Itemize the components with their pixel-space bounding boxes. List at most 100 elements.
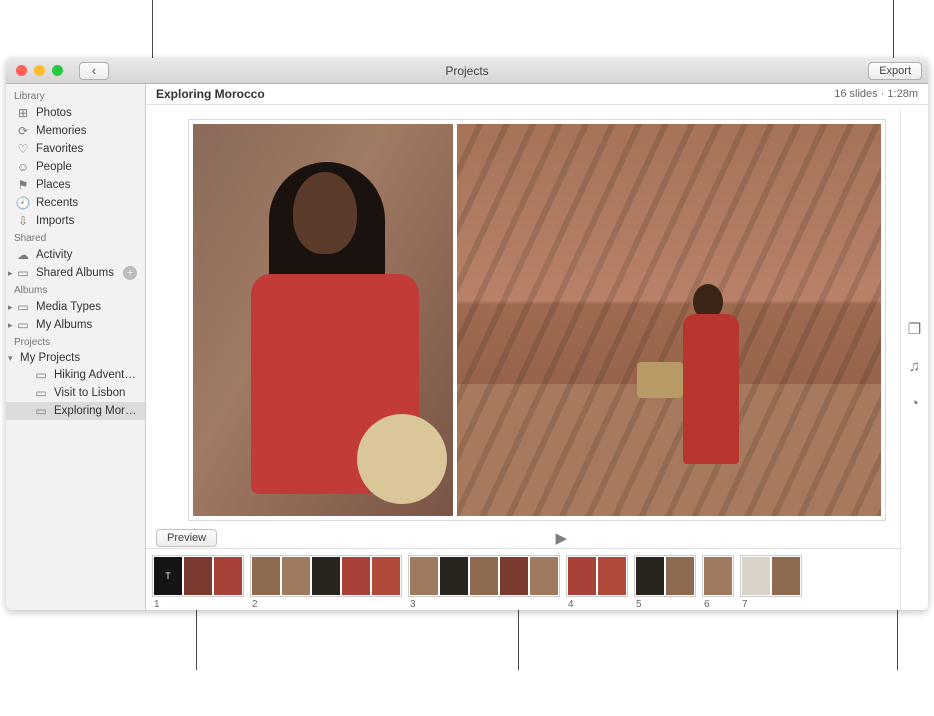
sidebar-item-imports[interactable]: ⇩ Imports [6, 212, 145, 230]
slide-number: 4 [566, 597, 628, 610]
zoom-window-button[interactable] [52, 65, 63, 76]
slideshow-icon: ▭ [34, 404, 48, 418]
slide-photo-2[interactable] [457, 124, 881, 516]
sidebar-item-label: Memories [36, 125, 137, 137]
slide-thumb[interactable] [372, 557, 400, 595]
sidebar-item-label: Photos [36, 107, 137, 119]
themes-icon: ❐ [908, 321, 921, 338]
window-titlebar: ‹ Projects Export [6, 58, 928, 84]
window-traffic-lights [6, 65, 63, 76]
album-icon: ▭ [16, 266, 30, 280]
slideshow-icon: ▭ [34, 386, 48, 400]
sidebar-item-label: Shared Albums [36, 267, 117, 279]
filmstrip-slide: 3 [408, 555, 560, 610]
filmstrip-slide: 7 [740, 555, 802, 610]
sidebar-item-my-albums[interactable]: ▭My Albums [6, 316, 145, 334]
sidebar: Library ⊞Photos ⟳Memories ♡Favorites ☺Pe… [6, 84, 146, 610]
slide-thumb[interactable] [410, 557, 438, 595]
slide-thumb[interactable] [636, 557, 664, 595]
slide-thumb[interactable] [184, 557, 212, 595]
photos-icon: ⊞ [16, 106, 30, 120]
slide-thumb[interactable] [282, 557, 310, 595]
sidebar-section-shared: Shared [6, 230, 145, 246]
current-slide[interactable] [188, 119, 886, 521]
photos-projects-window: ‹ Projects Export Library ⊞Photos ⟳Memor… [6, 58, 928, 610]
slide-thumb[interactable] [470, 557, 498, 595]
themes-button[interactable]: ❐ [908, 320, 921, 338]
sidebar-item-people[interactable]: ☺People [6, 158, 145, 176]
slide-thumb[interactable] [342, 557, 370, 595]
slide-thumb[interactable] [214, 557, 242, 595]
cloud-icon: ☁ [16, 248, 30, 262]
slideshow-icon: ▭ [34, 368, 48, 382]
project-meta: 16 slides · 1:28m [834, 88, 918, 100]
slide-thumb[interactable] [252, 557, 280, 595]
heart-icon: ♡ [16, 142, 30, 156]
sidebar-item-label: My Projects [20, 352, 137, 364]
sidebar-item-label: Favorites [36, 143, 137, 155]
sidebar-section-projects: Projects [6, 334, 145, 350]
sidebar-item-media-types[interactable]: ▭Media Types [6, 298, 145, 316]
close-window-button[interactable] [16, 65, 27, 76]
window-title: Projects [445, 64, 488, 78]
sidebar-item-project-hiking[interactable]: ▭ Hiking Adventure [6, 366, 145, 384]
sidebar-item-memories[interactable]: ⟳ Memories [6, 122, 145, 140]
filmstrip-slide: 2 [250, 555, 402, 610]
slide-thumb[interactable] [500, 557, 528, 595]
sidebar-item-label: Hiking Adventure [54, 369, 137, 381]
sidebar-item-photos[interactable]: ⊞ Photos [6, 104, 145, 122]
slide-thumb[interactable] [440, 557, 468, 595]
slide-photo-1[interactable] [193, 124, 453, 516]
pin-icon: ⚑ [16, 178, 30, 192]
slide-thumb[interactable] [568, 557, 596, 595]
slide-thumb[interactable] [704, 557, 732, 595]
sidebar-item-label: Imports [36, 215, 137, 227]
back-button[interactable]: ‹ [79, 62, 109, 80]
play-button[interactable]: ▶ [556, 529, 568, 547]
add-shared-album-button[interactable]: + [123, 266, 137, 280]
person-icon: ☺ [16, 160, 30, 174]
sidebar-item-recents[interactable]: 🕘 Recents [6, 194, 145, 212]
preview-button-label: Preview [167, 532, 206, 544]
music-icon: ♫ [909, 358, 920, 375]
sidebar-item-label: My Albums [36, 319, 137, 331]
import-icon: ⇩ [16, 214, 30, 228]
slide-thumb[interactable] [666, 557, 694, 595]
slide-number: 2 [250, 597, 402, 610]
sidebar-item-shared-albums[interactable]: ▭ Shared Albums + [6, 264, 145, 282]
music-button[interactable]: ♫ [909, 358, 920, 375]
sidebar-item-label: Exploring Moroc… [54, 405, 137, 417]
sidebar-item-activity[interactable]: ☁Activity [6, 246, 145, 264]
sidebar-item-favorites[interactable]: ♡ Favorites [6, 140, 145, 158]
project-title: Exploring Morocco [156, 87, 265, 101]
sidebar-item-project-lisbon[interactable]: ▭Visit to Lisbon [6, 384, 145, 402]
sidebar-item-places[interactable]: ⚑Places [6, 176, 145, 194]
preview-button[interactable]: Preview [156, 529, 217, 547]
filmstrip-slide: 6 [702, 555, 734, 610]
sidebar-item-project-morocco[interactable]: ▭ Exploring Moroc… [6, 402, 145, 420]
slide-thumb[interactable] [312, 557, 340, 595]
slide-thumb[interactable] [598, 557, 626, 595]
slide-stage [146, 105, 928, 527]
slide-number: 6 [702, 597, 734, 610]
project-editor: Exploring Morocco 16 slides · 1:28m [146, 84, 928, 610]
stopwatch-icon: ◔ [910, 395, 919, 412]
sidebar-item-my-projects[interactable]: My Projects [6, 350, 145, 366]
filmstrip[interactable]: T1 2 3 4 5 6 7 + [146, 548, 928, 610]
chevron-left-icon: ‹ [92, 63, 96, 78]
slide-thumb[interactable] [530, 557, 558, 595]
export-button[interactable]: Export [868, 62, 922, 80]
slide-number: 7 [740, 597, 802, 610]
clock-icon: 🕘 [16, 196, 30, 210]
slide-number: 1 [152, 597, 244, 610]
slide-thumb[interactable] [772, 557, 800, 595]
slide-thumb[interactable] [742, 557, 770, 595]
sidebar-item-label: Recents [36, 197, 137, 209]
slide-number: 5 [634, 597, 696, 610]
memories-icon: ⟳ [16, 124, 30, 138]
title-slide-thumb[interactable]: T [154, 557, 182, 595]
filmstrip-slide: 4 [566, 555, 628, 610]
timing-button[interactable]: ◔ [910, 395, 919, 412]
sidebar-section-albums: Albums [6, 282, 145, 298]
minimize-window-button[interactable] [34, 65, 45, 76]
